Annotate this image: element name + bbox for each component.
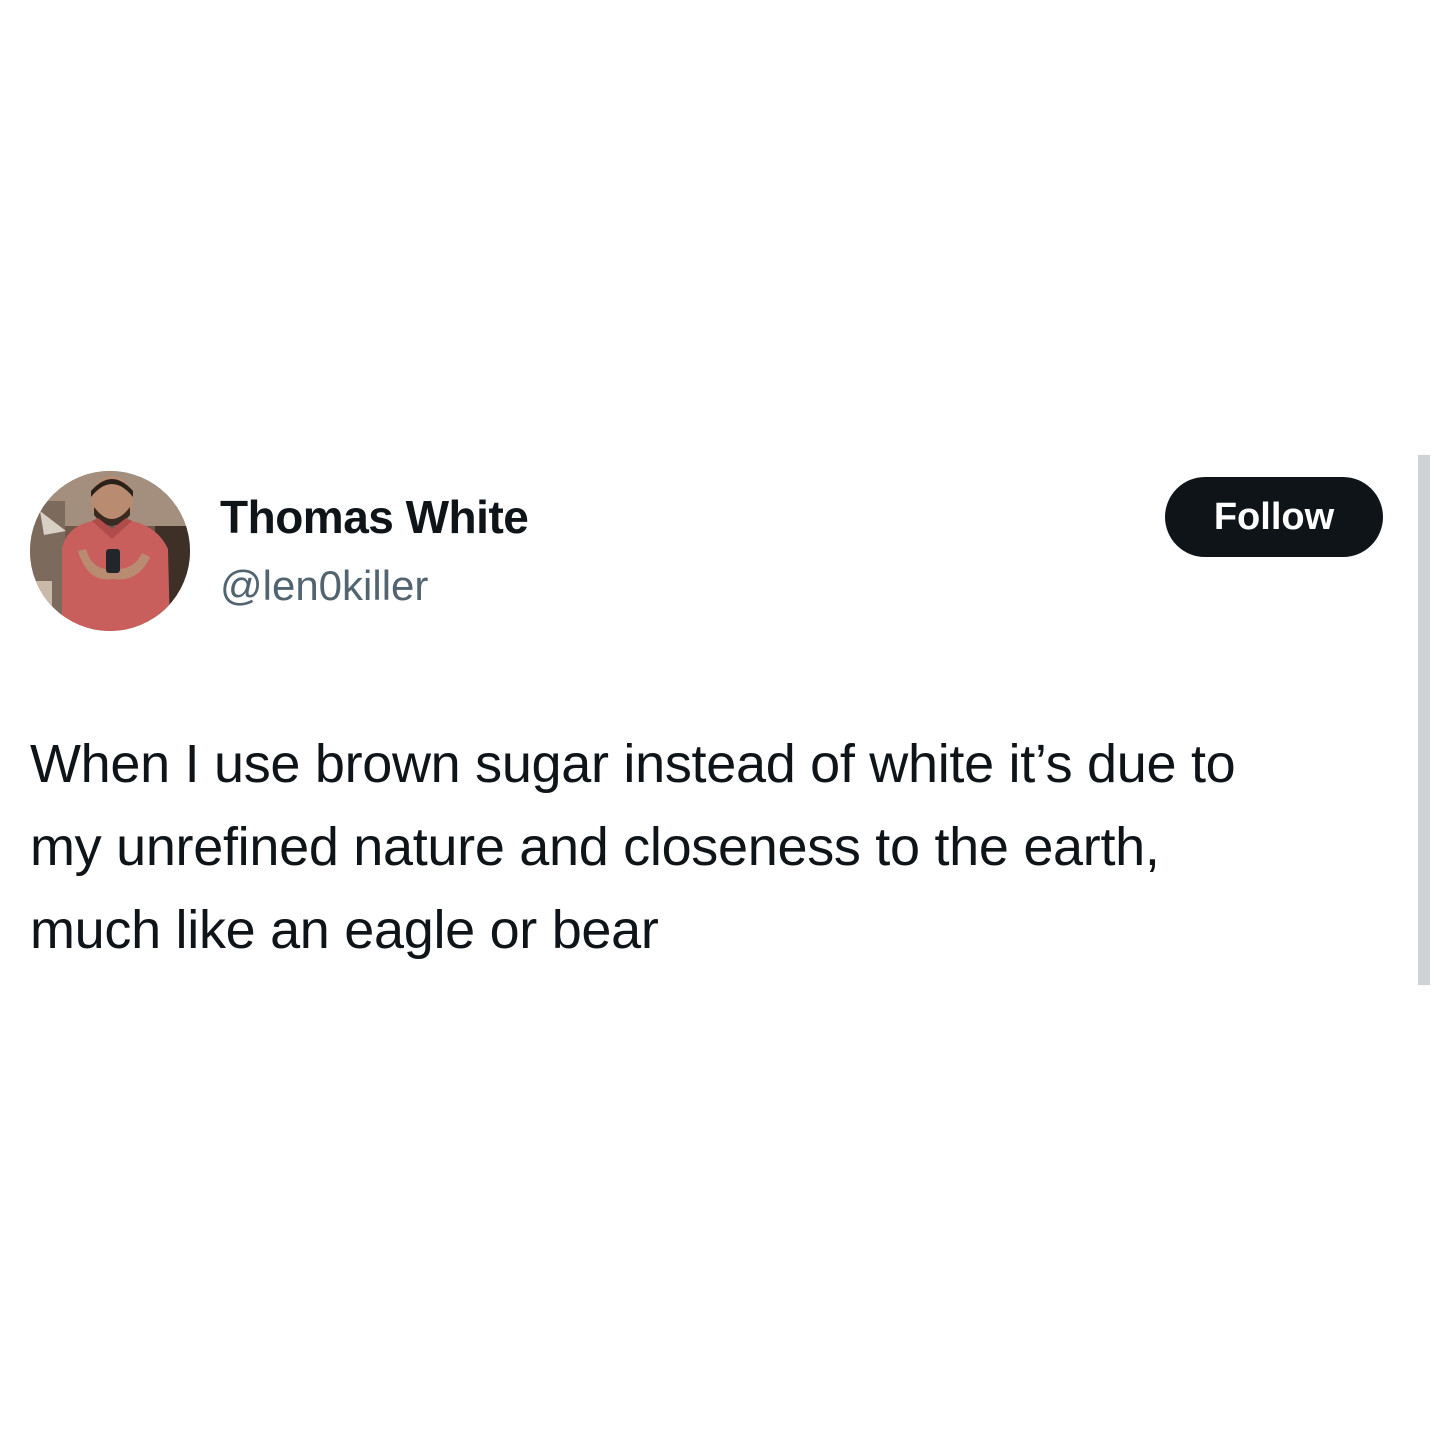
- tweet-text-line: When I use brown sugar instead of white …: [30, 734, 1236, 794]
- page: Thomas White @len0killer Follow When I u…: [0, 0, 1440, 1440]
- follow-button[interactable]: Follow: [1165, 477, 1383, 557]
- scrollbar[interactable]: [1418, 455, 1430, 985]
- avatar[interactable]: [30, 471, 190, 631]
- tweet-text-line: my unrefined nature and closeness to the…: [30, 817, 1160, 877]
- avatar-photo-icon: [30, 471, 190, 631]
- tweet-text: When I use brown sugar instead of white …: [30, 723, 1410, 972]
- tweet-card: Thomas White @len0killer Follow When I u…: [0, 455, 1430, 985]
- author-name[interactable]: Thomas White: [220, 490, 529, 544]
- tweet-text-line: much like an eagle or bear: [30, 900, 659, 960]
- author-handle[interactable]: @len0killer: [220, 562, 428, 610]
